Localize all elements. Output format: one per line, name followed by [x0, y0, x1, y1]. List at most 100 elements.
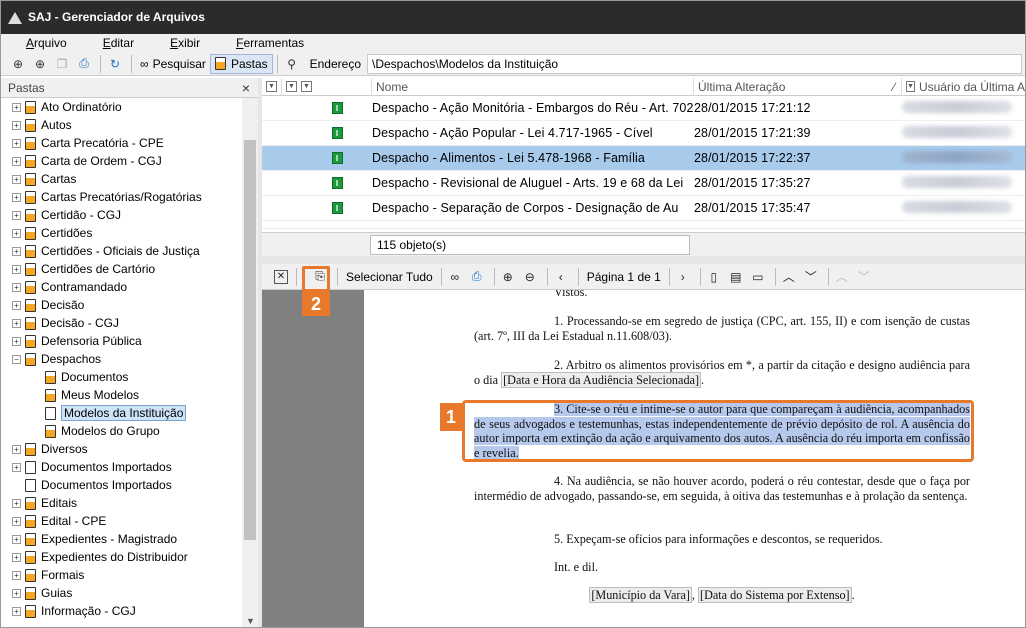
- search-button[interactable]: ∞ Pesquisar: [136, 54, 210, 74]
- table-row-partial[interactable]: [262, 221, 1026, 229]
- tree-item[interactable]: + Editais: [0, 494, 242, 512]
- select-all-button[interactable]: Selecionar Tudo: [342, 270, 437, 284]
- tree-item[interactable]: + Carta de Ordem - CGJ: [0, 152, 242, 170]
- menu-item[interactable]: Ferramentas: [224, 36, 316, 50]
- tree-item[interactable]: + Contramandado: [0, 278, 242, 296]
- binoculars-icon[interactable]: ∞: [446, 268, 464, 286]
- expand-icon[interactable]: +: [12, 570, 21, 580]
- chevron-down-icon[interactable]: ﹀: [802, 268, 820, 286]
- tree-item[interactable]: + Informação - CGJ: [0, 602, 242, 620]
- expand-icon[interactable]: +: [12, 264, 21, 274]
- previous-page-icon[interactable]: ‹: [552, 268, 570, 286]
- chevron-up-icon[interactable]: ︿: [780, 268, 798, 286]
- folders-button[interactable]: Pastas: [209, 53, 273, 74]
- tree-item[interactable]: + Defensoria Pública: [0, 332, 242, 350]
- app-logo-icon: [8, 10, 22, 24]
- tree-item[interactable]: + Documentos Importados: [0, 458, 242, 476]
- tree-item[interactable]: + Decisão - CGJ: [0, 314, 242, 332]
- audience-date-field[interactable]: [Data e Hora da Audiência Selecionada]: [501, 371, 701, 388]
- tree-scrollbar[interactable]: ▼: [242, 98, 258, 628]
- table-row[interactable]: I Despacho - Ação Monitória - Embargos do…: [262, 96, 1026, 121]
- print-icon[interactable]: ⎙: [468, 268, 486, 286]
- expand-icon[interactable]: +: [12, 174, 21, 184]
- tree-item-label: Decisão: [41, 298, 85, 312]
- close-icon[interactable]: ×: [242, 80, 250, 96]
- tree-item[interactable]: + Certidões - Oficiais de Justiça: [0, 242, 242, 260]
- tree-item[interactable]: + Certidões: [0, 224, 242, 242]
- new-document-icon[interactable]: ⊕: [30, 55, 50, 73]
- pin-icon[interactable]: ⚲: [282, 55, 302, 73]
- copy-icon[interactable]: ❐: [52, 55, 72, 73]
- expand-icon[interactable]: +: [12, 246, 21, 256]
- tree-item[interactable]: + Autos: [0, 116, 242, 134]
- table-row[interactable]: I Despacho - Alimentos - Lei 5.478-1968 -…: [262, 146, 1026, 171]
- column-header-user[interactable]: ▼Usuário da Última Alteração: [902, 77, 1026, 96]
- single-page-icon[interactable]: ▯: [705, 268, 723, 286]
- expand-icon[interactable]: +: [12, 282, 21, 292]
- column-dropdown[interactable]: ▼ ▼: [282, 77, 372, 96]
- expand-icon[interactable]: +: [12, 462, 21, 472]
- expand-icon[interactable]: +: [12, 102, 21, 112]
- expand-icon[interactable]: +: [12, 552, 21, 562]
- tree-item[interactable]: − Despachos: [0, 350, 242, 368]
- scroll-down-icon[interactable]: ▼: [246, 616, 255, 626]
- table-row[interactable]: I Despacho - Ação Popular - Lei 4.717-196…: [262, 121, 1026, 146]
- expand-icon[interactable]: +: [12, 588, 21, 598]
- zoom-in-icon[interactable]: ⊕: [499, 268, 517, 286]
- tree-item[interactable]: + Expedientes do Distribuidor: [0, 548, 242, 566]
- expand-icon[interactable]: +: [12, 120, 21, 130]
- page-width-icon[interactable]: ▭: [749, 268, 767, 286]
- tree-item[interactable]: + Edital - CPE: [0, 512, 242, 530]
- tree-item[interactable]: + Diversos: [0, 440, 242, 458]
- column-dropdown[interactable]: ▼: [262, 77, 282, 96]
- expand-icon[interactable]: +: [12, 336, 21, 346]
- tree-item[interactable]: + Formais: [0, 566, 242, 584]
- expand-icon[interactable]: +: [12, 300, 21, 310]
- table-row[interactable]: I Despacho - Separação de Corpos - Design…: [262, 196, 1026, 221]
- column-header-date[interactable]: Última Alteração ⁄: [694, 77, 902, 96]
- tree-item[interactable]: + Expedientes - Magistrado: [0, 530, 242, 548]
- address-input[interactable]: \Despachos\Modelos da Instituição: [367, 53, 1022, 74]
- expand-icon[interactable]: +: [12, 228, 21, 238]
- next-page-icon[interactable]: ›: [674, 268, 692, 286]
- expand-icon[interactable]: +: [12, 210, 21, 220]
- continuous-page-icon[interactable]: ▤: [727, 268, 745, 286]
- tree-item[interactable]: + Guias: [0, 584, 242, 602]
- tree-item[interactable]: + Decisão: [0, 296, 242, 314]
- horizontal-splitter[interactable]: [262, 256, 1026, 264]
- tree-item[interactable]: Modelos da Instituição: [0, 404, 242, 422]
- tree-item[interactable]: + Cartas Precatórias/Rogatórias: [0, 188, 242, 206]
- expand-icon[interactable]: +: [12, 606, 21, 616]
- refresh-icon[interactable]: ↻: [105, 55, 125, 73]
- tree-item[interactable]: + Certidão - CGJ: [0, 206, 242, 224]
- tree-item[interactable]: + Cartas: [0, 170, 242, 188]
- menu-item[interactable]: Editar: [91, 36, 146, 50]
- tree-item[interactable]: Documentos Importados: [0, 476, 242, 494]
- system-date-field[interactable]: [Data do Sistema por Extenso]: [698, 587, 852, 603]
- zoom-out-icon[interactable]: ⊖: [521, 268, 539, 286]
- tree-item[interactable]: Meus Modelos: [0, 386, 242, 404]
- close-preview-icon[interactable]: ✕: [274, 269, 288, 284]
- print-icon[interactable]: ⎙: [74, 55, 94, 73]
- collapse-icon[interactable]: −: [12, 354, 21, 364]
- expand-icon[interactable]: +: [12, 444, 21, 454]
- expand-icon[interactable]: +: [12, 138, 21, 148]
- expand-icon[interactable]: +: [12, 318, 21, 328]
- tree-item[interactable]: + Certidões de Cartório: [0, 260, 242, 278]
- scrollbar-thumb[interactable]: [244, 140, 256, 540]
- expand-icon[interactable]: +: [12, 156, 21, 166]
- new-folder-icon[interactable]: ⊕: [8, 55, 28, 73]
- column-header-name[interactable]: Nome: [372, 77, 694, 96]
- expand-icon[interactable]: +: [12, 516, 21, 526]
- municipality-field[interactable]: [Município da Vara]: [589, 587, 692, 603]
- menu-item[interactable]: Exibir: [158, 36, 212, 50]
- tree-item[interactable]: Documentos: [0, 368, 242, 386]
- expand-icon[interactable]: +: [12, 498, 21, 508]
- expand-icon[interactable]: +: [12, 534, 21, 544]
- expand-icon[interactable]: +: [12, 192, 21, 202]
- tree-item[interactable]: + Carta Precatória - CPE: [0, 134, 242, 152]
- table-row[interactable]: I Despacho - Revisional de Aluguel - Arts…: [262, 171, 1026, 196]
- tree-item[interactable]: + Ato Ordinatório: [0, 98, 242, 116]
- menu-item[interactable]: Arquivo: [14, 36, 79, 50]
- tree-item[interactable]: Modelos do Grupo: [0, 422, 242, 440]
